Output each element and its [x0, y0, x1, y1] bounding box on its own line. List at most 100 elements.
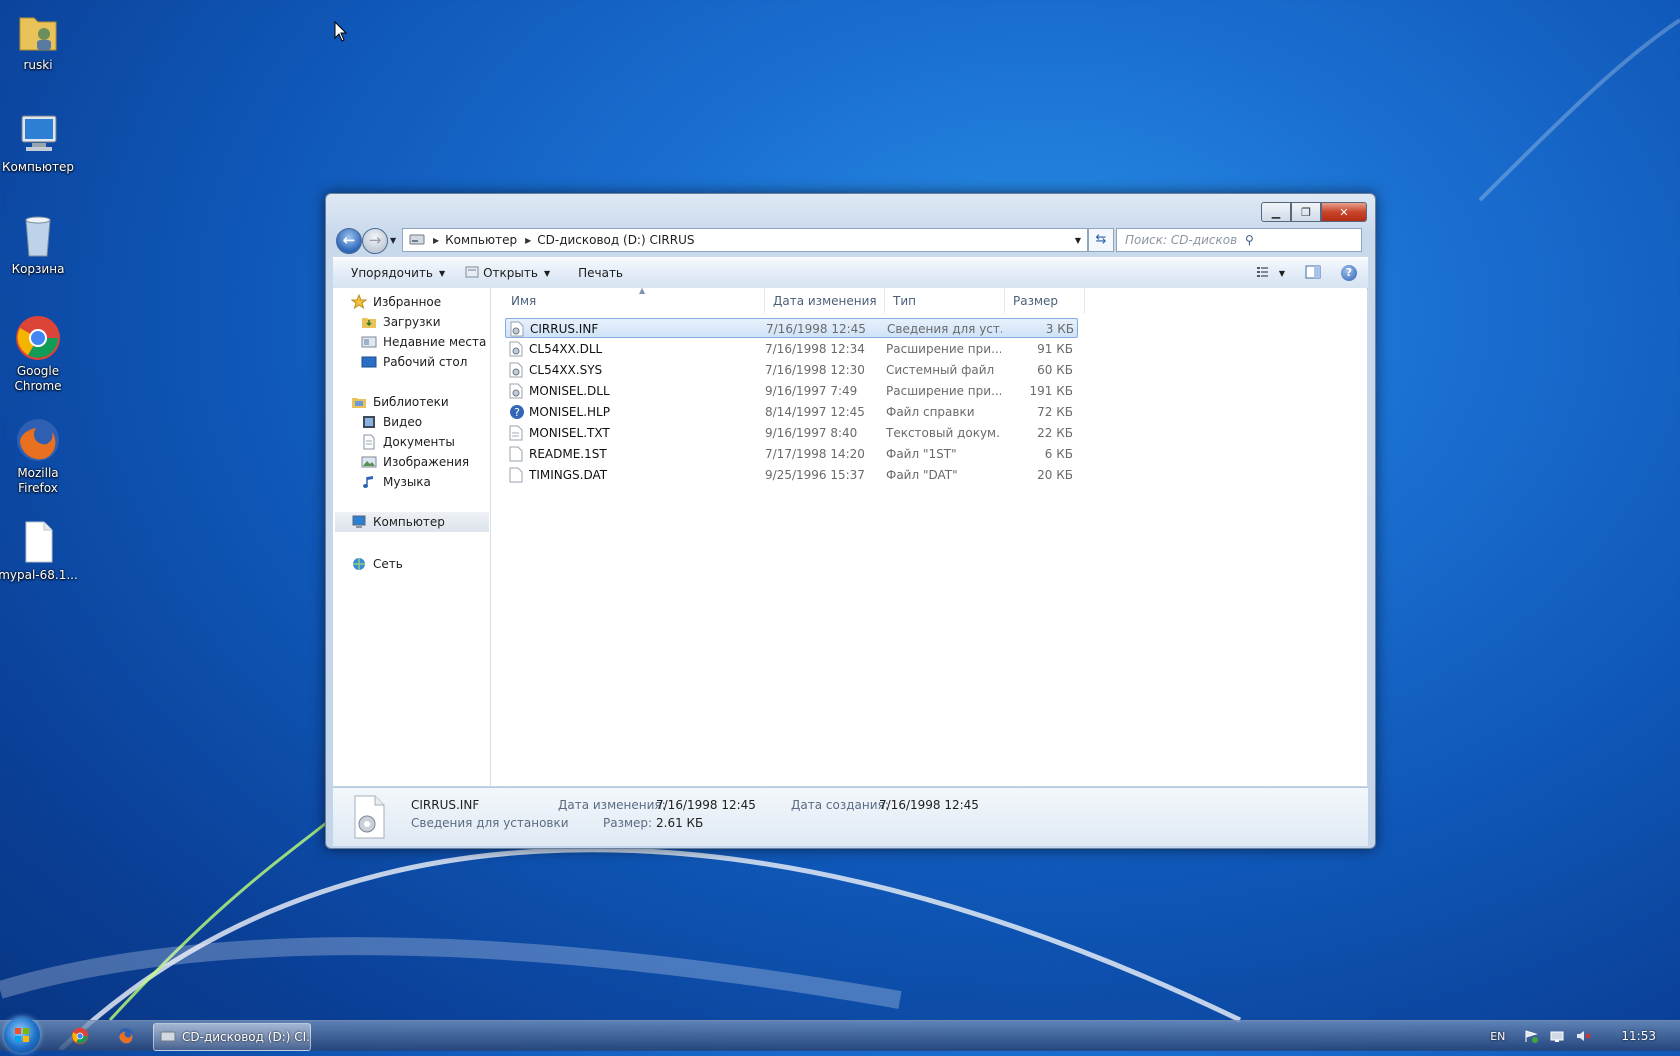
desktop-icon-chrome[interactable]: Google Chrome: [0, 314, 78, 394]
mouse-cursor-icon: [334, 21, 348, 42]
nav-favorites[interactable]: Избранное: [350, 292, 441, 312]
clock[interactable]: 11:53: [1621, 1029, 1656, 1043]
help-button[interactable]: ?: [1338, 262, 1360, 284]
file-type: Текстовый докум...: [886, 426, 1001, 440]
nav-label: Компьютер: [373, 515, 445, 529]
preview-pane-button[interactable]: [1302, 262, 1324, 284]
column-header-name[interactable]: Имя ▲: [503, 286, 765, 314]
desktop-icon-label: Mozilla Firefox: [17, 466, 59, 495]
nav-network[interactable]: Сеть: [351, 554, 403, 574]
nav-label: Недавние места: [383, 335, 487, 349]
dll-icon: [509, 341, 523, 357]
nav-documents[interactable]: Документы: [361, 432, 455, 452]
chrome-icon: [14, 314, 62, 362]
file-row[interactable]: CIRRUS.INF 7/16/1998 12:45 Сведения для ус…: [505, 318, 1078, 338]
desktop-icon-recycle-bin[interactable]: Корзина: [0, 212, 78, 277]
view-options-button[interactable]: ▼: [1256, 262, 1285, 284]
details-created-label: Дата создания:: [791, 798, 889, 812]
nav-video[interactable]: Видео: [361, 412, 422, 432]
desktop-icon-computer[interactable]: Компьютер: [0, 110, 78, 175]
open-icon: [465, 265, 479, 282]
column-header-type[interactable]: Тип: [885, 288, 1005, 314]
start-button[interactable]: [4, 1017, 40, 1053]
action-center-icon[interactable]: [1523, 1028, 1539, 1044]
search-input[interactable]: Поиск: CD-дисковод (D:) CIRRUS ⚲: [1116, 228, 1362, 252]
file-size: 22 КБ: [1037, 426, 1073, 440]
maximize-button[interactable]: ❐: [1291, 202, 1321, 222]
minimize-button[interactable]: ▁: [1261, 202, 1291, 222]
address-dropdown-icon[interactable]: ▼: [1075, 236, 1081, 245]
breadcrumb-arrow-icon[interactable]: ▶: [433, 236, 439, 245]
taskbar-explorer-task[interactable]: CD-дисковод (D:) CI...: [153, 1023, 311, 1051]
file-name: README.1ST: [529, 447, 607, 461]
file-size: 6 КБ: [1044, 447, 1073, 461]
address-bar[interactable]: ▶ Компьютер ▶ CD-дисковод (D:) CIRRUS ▼: [402, 228, 1088, 252]
forward-button[interactable]: →: [362, 228, 388, 254]
column-label: Имя: [511, 294, 537, 308]
nav-desktop[interactable]: Рабочий стол: [361, 352, 467, 372]
nav-label: Документы: [383, 435, 455, 449]
file-row[interactable]: README.1ST 7/17/1998 14:20 Файл "1ST" 6 КБ: [505, 444, 1078, 464]
file-row[interactable]: MONISEL.DLL 9/16/1997 7:49 Расширение при.…: [505, 381, 1078, 401]
refresh-button[interactable]: ⇆: [1088, 228, 1114, 252]
firefox-icon: [118, 1028, 134, 1044]
taskbar-firefox-button[interactable]: [106, 1023, 146, 1049]
computer-icon: [351, 514, 367, 530]
volume-muted-icon[interactable]: [1575, 1028, 1591, 1044]
details-created-value: 7/16/1998 12:45: [879, 798, 979, 812]
breadcrumb-arrow-icon[interactable]: ▶: [525, 236, 531, 245]
explorer-window[interactable]: ▁ ❐ ✕ ← → ▼ ▶ Компьютер ▶ CD-дисковод (D…: [325, 193, 1376, 849]
desktop-icon-ruski[interactable]: ruski: [0, 8, 78, 73]
open-button[interactable]: Открыть ▼: [455, 265, 560, 282]
file-row[interactable]: TIMINGS.DAT 9/25/1996 15:37 Файл "DAT" 20 К…: [505, 465, 1078, 485]
print-button[interactable]: Печать: [568, 266, 633, 280]
details-file-type: Сведения для установки: [411, 816, 569, 830]
nav-recent[interactable]: Недавние места: [361, 332, 486, 352]
desktop-icon-firefox[interactable]: Mozilla Firefox: [0, 416, 78, 496]
file-size: 191 КБ: [1029, 384, 1073, 398]
nav-label: Библиотеки: [373, 395, 449, 409]
file-row[interactable]: CL54XX.DLL 7/16/1998 12:34 Расширение при.…: [505, 339, 1078, 359]
file-row[interactable]: ? MONISEL.HLP 8/14/1997 12:45 Файл справки 7…: [505, 402, 1078, 422]
column-header-size[interactable]: Размер: [1005, 288, 1085, 314]
language-indicator[interactable]: EN: [1490, 1030, 1505, 1043]
file-row[interactable]: MONISEL.TXT 9/16/1997 8:40 Текстовый докум…: [505, 423, 1078, 443]
nav-computer[interactable]: Компьютер: [335, 512, 489, 532]
nav-music[interactable]: Музыка: [361, 472, 431, 492]
system-file-icon: [509, 362, 523, 378]
close-button[interactable]: ✕: [1321, 202, 1367, 222]
network-status-icon[interactable]: [1549, 1028, 1565, 1044]
file-modified: 7/16/1998 12:45: [766, 322, 866, 336]
preview-pane-icon: [1305, 265, 1321, 282]
details-modified-value: 7/16/1998 12:45: [656, 798, 756, 812]
file-name: CIRRUS.INF: [530, 322, 599, 336]
forward-arrow-icon: →: [368, 231, 382, 249]
column-header-modified[interactable]: Дата изменения: [765, 288, 885, 314]
nav-downloads[interactable]: Загрузки: [361, 312, 441, 332]
details-pane: CIRRUS.INF Сведения для установки Дата и…: [333, 787, 1368, 846]
system-tray: EN 11:53: [1490, 1021, 1680, 1051]
back-button[interactable]: ←: [336, 228, 362, 254]
documents-icon: [361, 434, 377, 450]
dll-icon: [509, 383, 523, 399]
organize-button[interactable]: Упорядочить ▼: [341, 266, 455, 280]
file-row[interactable]: CL54XX.SYS 7/16/1998 12:30 Системный файл 6…: [505, 360, 1078, 380]
desktop-icon-mypal[interactable]: mypal-68.1...: [0, 518, 78, 583]
nav-libraries[interactable]: Библиотеки: [351, 392, 449, 412]
breadcrumb-cd-drive[interactable]: CD-дисковод (D:) CIRRUS: [537, 233, 694, 247]
file-name: CL54XX.DLL: [529, 342, 603, 356]
text-file-icon: [509, 425, 523, 441]
file-list: Имя ▲ Дата изменения Тип Размер CIRRUS.I…: [491, 286, 1367, 786]
recent-pages-dropdown[interactable]: ▼: [390, 236, 396, 245]
taskbar: CD-дисковод (D:) CI... EN 11:53: [0, 1017, 1680, 1053]
minimize-icon: ▁: [1271, 205, 1281, 219]
nav-images[interactable]: Изображения: [361, 452, 469, 472]
chrome-icon: [71, 1027, 89, 1045]
sort-ascending-icon: ▲: [639, 286, 646, 295]
taskbar-chrome-button[interactable]: [60, 1023, 100, 1049]
column-label: Размер: [1013, 294, 1059, 308]
desktop-icon-label: Google Chrome: [14, 364, 62, 393]
breadcrumb-computer[interactable]: Компьютер: [445, 233, 517, 247]
desktop-icon-label: mypal-68.1...: [0, 568, 78, 582]
setup-info-icon: [510, 321, 524, 337]
